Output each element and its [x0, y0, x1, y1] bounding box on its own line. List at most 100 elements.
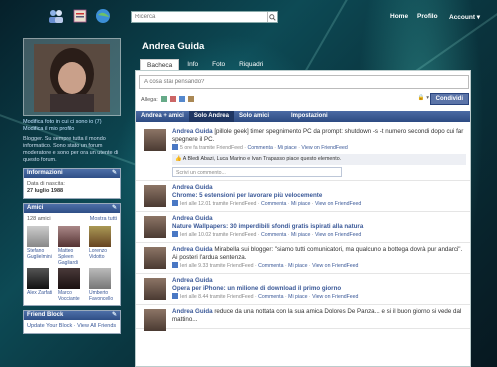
tab-riquadri[interactable]: Riquadri [233, 59, 269, 70]
comment-link[interactable]: Commenta [258, 263, 283, 269]
privacy-lock-button[interactable]: 🔒 ▾ [418, 95, 429, 101]
comment-link[interactable]: Commenta [261, 201, 286, 207]
post-link-title[interactable]: Opera per iPhone: un milione di download… [172, 285, 341, 292]
post-link-title[interactable]: Chrome: 5 estensioni per lavorare più ve… [172, 192, 322, 199]
friends-box-title[interactable]: Amici [27, 205, 43, 211]
info-box-title: Informazioni [27, 170, 63, 176]
friendfeed-icon [172, 144, 178, 150]
profile-photo[interactable] [34, 44, 110, 112]
tab-foto[interactable]: Foto [206, 59, 231, 70]
filter-settings[interactable]: Impostazioni [286, 111, 333, 122]
thumbs-up-icon: 👍 [175, 156, 183, 162]
status-input[interactable] [139, 75, 469, 89]
edit-friends-icon[interactable]: ✎ [112, 204, 117, 213]
attach-label: Allega: [141, 97, 158, 103]
post-meta: Ieri alle 9.33 tramite FriendFeed · [180, 263, 259, 269]
comment-link[interactable]: Commenta [247, 145, 272, 151]
view-on-friendfeed-link[interactable]: View on FriendFeed [301, 145, 347, 151]
friend-name: Lorenzo Vidotto [89, 248, 108, 260]
friendfeed-icon [172, 200, 178, 206]
tab-bacheca[interactable]: Bacheca [140, 59, 180, 70]
filter-only-andrea[interactable]: Solo Andrea [188, 111, 234, 122]
likes-text: A Bledi Abazi, Luca Marino e Ivan Trapas… [182, 156, 342, 162]
like-link[interactable]: Mi piace [291, 201, 310, 207]
post-avatar[interactable] [144, 278, 166, 300]
main-content: Andrea Guida Bacheca Info Foto Riquadri … [132, 34, 475, 367]
search-icon [269, 13, 276, 21]
filter-andrea-friends[interactable]: Andrea + amici [136, 111, 189, 122]
post-author[interactable]: Andrea Guida [172, 277, 213, 284]
profile-tabs: Bacheca Info Foto Riquadri [140, 59, 269, 70]
post-author[interactable]: Andrea Guida [172, 308, 213, 315]
like-link[interactable]: Mi piace [277, 145, 296, 151]
post-author[interactable]: Andrea Guida [172, 246, 213, 253]
attach-video-icon[interactable] [170, 96, 177, 102]
friend-avatar [27, 268, 49, 289]
comment-link[interactable]: Commenta [261, 232, 286, 238]
attach-event-icon[interactable] [188, 96, 195, 102]
friend-block-links[interactable]: Update Your Block · View All Friends [24, 320, 120, 333]
friends-count[interactable]: 128 amici [27, 216, 51, 223]
profile-bio: Blogger. Su sempre tutta il mondo inform… [23, 136, 119, 163]
wall-feed: Andrea Guida [pillole geek] timer spegni… [136, 125, 470, 331]
post-avatar[interactable] [144, 309, 166, 331]
messages-icon[interactable] [71, 7, 89, 25]
filter-only-friends[interactable]: Solo amici [234, 111, 274, 122]
post-author[interactable]: Andrea Guida [172, 184, 213, 191]
post-author[interactable]: Andrea Guida [172, 128, 213, 135]
photos-of-me-link[interactable]: Modifica foto in cui ci sono io (7) [23, 119, 102, 125]
attach-link-icon[interactable] [179, 96, 186, 102]
post-avatar[interactable] [144, 247, 166, 269]
view-on-friendfeed-link[interactable]: View on FriendFeed [312, 294, 358, 300]
search-button[interactable] [267, 12, 277, 22]
tab-info[interactable]: Info [181, 59, 204, 70]
feed-post: Andrea Guida Opera per iPhone: un milion… [136, 274, 470, 305]
friend-item[interactable]: Alex Zarfati [27, 268, 55, 302]
like-link[interactable]: Mi piace [288, 294, 307, 300]
nav-account[interactable]: Account ▾ [449, 13, 480, 21]
post-meta: Ieri alle 12.01 tramite FriendFeed · [180, 201, 262, 207]
search-input[interactable] [132, 12, 268, 22]
post-avatar[interactable] [144, 185, 166, 207]
share-button[interactable]: Condividi [429, 93, 469, 105]
friend-item[interactable]: Stefano Guglielmini [27, 226, 55, 266]
wall-panel: Allega: 🔒 ▾ Condividi Andrea + amici Sol… [135, 70, 471, 367]
friend-avatar [58, 268, 80, 289]
friendfeed-icon [172, 293, 178, 299]
post-text: [pillole geek] timer spegnimento PC da p… [172, 128, 464, 143]
friend-block-header: Friend Block ✎ [24, 311, 120, 320]
friends-box-header: Amici ✎ [24, 204, 120, 213]
post-link-title[interactable]: Nature Wallpapers: 30 imperdibili sfondi… [172, 223, 363, 230]
notifications-globe-icon[interactable] [94, 7, 112, 25]
view-on-friendfeed-link[interactable]: View on FriendFeed [312, 263, 358, 269]
view-on-friendfeed-link[interactable]: View on FriendFeed [315, 201, 361, 207]
edit-friend-block-icon[interactable]: ✎ [112, 311, 117, 320]
friend-name: Matteo Spleen Gagliardi [58, 248, 79, 266]
friend-item[interactable]: Umberto Favoncello [89, 268, 117, 302]
nav-profile[interactable]: Profilo [417, 13, 438, 20]
view-on-friendfeed-link[interactable]: View on FriendFeed [315, 232, 361, 238]
attach-photo-icon[interactable] [161, 96, 168, 102]
like-link[interactable]: Mi piace [291, 232, 310, 238]
friend-item[interactable]: Lorenzo Vidotto [89, 226, 117, 266]
post-avatar[interactable] [144, 129, 166, 151]
post-avatar[interactable] [144, 216, 166, 238]
post-meta: 5 ore fa tramite FriendFeed · [180, 145, 248, 151]
friendfeed-icon [172, 231, 178, 237]
friend-item[interactable]: Marco Vocciante [58, 268, 86, 302]
edit-profile-link[interactable]: Modifica il mio profilo [23, 126, 74, 132]
nav-home[interactable]: Home [390, 13, 408, 20]
friends-grid: Stefano Guglielmini Matteo Spleen Gaglia… [27, 226, 117, 302]
post-author[interactable]: Andrea Guida [172, 215, 213, 222]
friends-icon[interactable] [47, 7, 65, 25]
friend-avatar [89, 226, 111, 247]
post-text: Mirabella sui blogger: "siamo tutti comu… [172, 246, 463, 261]
comment-link[interactable]: Commenta [258, 294, 283, 300]
like-link[interactable]: Mi piace [288, 263, 307, 269]
edit-info-icon[interactable]: ✎ [112, 169, 117, 178]
show-all-friends-link[interactable]: Mostra tutti [90, 216, 117, 223]
friend-item[interactable]: Matteo Spleen Gagliardi [58, 226, 86, 266]
comment-input[interactable]: Scrivi un commento... [172, 167, 342, 177]
friend-name: Alex Zarfati [27, 290, 53, 296]
friend-name: Marco Vocciante [58, 290, 80, 302]
